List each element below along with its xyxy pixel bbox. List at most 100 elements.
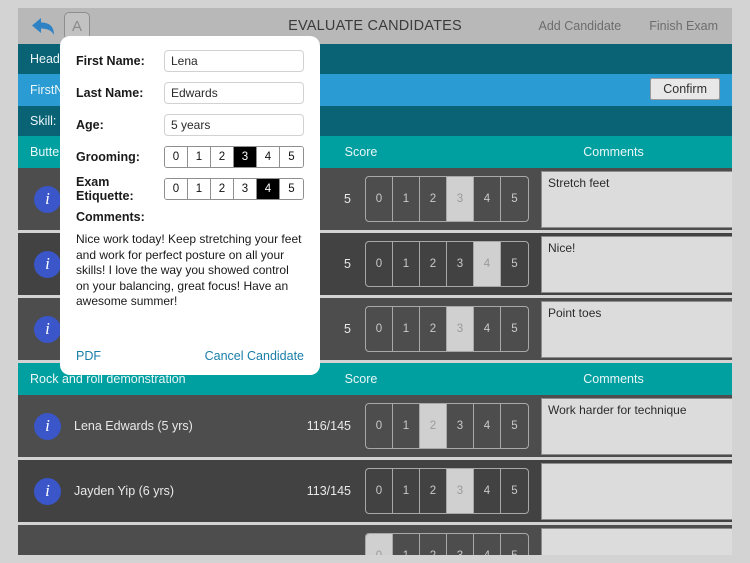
score-option-3[interactable]: 3 bbox=[447, 307, 474, 351]
grooming-score-selector[interactable]: 012345 bbox=[164, 146, 304, 168]
score-selector[interactable]: 012345 bbox=[365, 403, 529, 449]
score-selector[interactable]: 012345 bbox=[365, 176, 529, 222]
score-option-0[interactable]: 0 bbox=[165, 147, 188, 167]
add-candidate-button[interactable]: Add Candidate bbox=[539, 19, 622, 33]
table-row[interactable]: 012345 bbox=[18, 525, 732, 555]
score-total: 113/145 bbox=[306, 484, 351, 498]
comment-field[interactable]: Nice! bbox=[541, 235, 732, 293]
etiquette-row: Exam Etiquette: 012345 bbox=[76, 175, 304, 203]
score-option-1[interactable]: 1 bbox=[393, 307, 420, 351]
score-option-5[interactable]: 5 bbox=[501, 469, 528, 513]
column-header-comments: Comments bbox=[583, 372, 644, 386]
comment-field[interactable]: Stretch feet bbox=[541, 170, 732, 228]
score-option-2[interactable]: 2 bbox=[420, 534, 447, 555]
cancel-candidate-button[interactable]: Cancel Candidate bbox=[205, 349, 304, 363]
info-icon[interactable]: i bbox=[34, 477, 61, 505]
score-option-2[interactable]: 2 bbox=[420, 307, 447, 351]
etiquette-label: Exam Etiquette: bbox=[76, 175, 134, 203]
score-option-4[interactable]: 4 bbox=[257, 179, 280, 199]
score-option-0[interactable]: 0 bbox=[366, 177, 393, 221]
score-option-0[interactable]: 0 bbox=[366, 534, 393, 555]
score-option-4[interactable]: 4 bbox=[474, 242, 501, 286]
score-option-4[interactable]: 4 bbox=[474, 307, 501, 351]
candidate-name: Lena Edwards (5 yrs) bbox=[74, 419, 193, 433]
candidate-name: Jayden Yip (6 yrs) bbox=[74, 484, 175, 498]
etiquette-score-selector[interactable]: 012345 bbox=[164, 178, 304, 200]
grooming-label: Grooming: bbox=[76, 150, 140, 164]
table-row[interactable]: i Jayden Yip (6 yrs) 113/145 0 1 2 3 4 5 bbox=[18, 460, 732, 525]
score-option-2[interactable]: 2 bbox=[420, 404, 447, 448]
score-option-3[interactable]: 3 bbox=[447, 469, 474, 513]
score-option-1[interactable]: 1 bbox=[188, 179, 211, 199]
score-option-0[interactable]: 0 bbox=[366, 242, 393, 286]
comment-field[interactable]: Work harder for technique bbox=[541, 397, 732, 455]
info-icon[interactable]: i bbox=[34, 185, 61, 213]
modal-field-row: Last Name: Edwards bbox=[76, 82, 304, 104]
score-option-5[interactable]: 5 bbox=[280, 147, 303, 167]
score-option-4[interactable]: 4 bbox=[474, 469, 501, 513]
info-icon[interactable]: i bbox=[34, 412, 61, 440]
info-icon[interactable]: i bbox=[34, 315, 61, 343]
field-input[interactable]: Edwards bbox=[164, 82, 304, 104]
score-option-5[interactable]: 5 bbox=[501, 242, 528, 286]
info-icon[interactable]: i bbox=[34, 250, 61, 278]
grooming-row: Grooming: 012345 bbox=[76, 146, 304, 168]
band-label: Skill: bbox=[30, 114, 57, 128]
score-option-4[interactable]: 4 bbox=[474, 534, 501, 555]
score-option-3[interactable]: 3 bbox=[447, 534, 474, 555]
score-option-3[interactable]: 3 bbox=[447, 242, 474, 286]
modal-text-fields: First Name: Lena Last Name: Edwards Age: 5 ye… bbox=[76, 50, 304, 136]
field-input[interactable]: Lena bbox=[164, 50, 304, 72]
modal-field-row: Age: 5 years bbox=[76, 114, 304, 136]
score-option-4[interactable]: 4 bbox=[474, 404, 501, 448]
comment-field[interactable] bbox=[541, 462, 732, 520]
pdf-button[interactable]: PDF bbox=[76, 349, 101, 363]
band-label: FirstN bbox=[30, 83, 64, 97]
score-option-0[interactable]: 0 bbox=[165, 179, 188, 199]
toolbar-actions: Add Candidate Finish Exam bbox=[539, 19, 732, 33]
score-option-5[interactable]: 5 bbox=[501, 177, 528, 221]
score-option-3[interactable]: 3 bbox=[447, 177, 474, 221]
score-selector[interactable]: 012345 bbox=[365, 533, 529, 555]
score-option-1[interactable]: 1 bbox=[188, 147, 211, 167]
score-selector[interactable]: 012345 bbox=[365, 241, 529, 287]
score-option-3[interactable]: 3 bbox=[234, 147, 257, 167]
score-option-1[interactable]: 1 bbox=[393, 242, 420, 286]
score-option-5[interactable]: 5 bbox=[501, 307, 528, 351]
score-option-2[interactable]: 2 bbox=[211, 147, 234, 167]
score-option-5[interactable]: 5 bbox=[501, 534, 528, 555]
score-option-5[interactable]: 5 bbox=[501, 404, 528, 448]
score-option-1[interactable]: 1 bbox=[393, 177, 420, 221]
candidate-detail-modal: First Name: Lena Last Name: Edwards Age: 5 ye… bbox=[60, 36, 320, 375]
score-option-2[interactable]: 2 bbox=[420, 469, 447, 513]
finish-exam-button[interactable]: Finish Exam bbox=[649, 19, 718, 33]
comment-field[interactable] bbox=[541, 527, 732, 555]
score-option-2[interactable]: 2 bbox=[211, 179, 234, 199]
score-option-2[interactable]: 2 bbox=[420, 177, 447, 221]
score-option-4[interactable]: 4 bbox=[257, 147, 280, 167]
score-option-1[interactable]: 1 bbox=[393, 534, 420, 555]
score-option-1[interactable]: 1 bbox=[393, 404, 420, 448]
comments-text[interactable]: Nice work today! Keep stretching your fe… bbox=[76, 232, 304, 310]
comments-label: Comments: bbox=[76, 210, 145, 224]
field-input[interactable]: 5 years bbox=[164, 114, 304, 136]
score-option-5[interactable]: 5 bbox=[280, 179, 303, 199]
score-option-0[interactable]: 0 bbox=[366, 307, 393, 351]
score-option-3[interactable]: 3 bbox=[234, 179, 257, 199]
candidate-rows-group: i Lena Edwards (5 yrs) 116/145 0 1 2 3 4 5 Work h… bbox=[18, 395, 732, 555]
score-selector[interactable]: 012345 bbox=[365, 468, 529, 514]
score-option-3[interactable]: 3 bbox=[447, 404, 474, 448]
confirm-button[interactable]: Confirm bbox=[650, 78, 720, 100]
score-option-2[interactable]: 2 bbox=[420, 242, 447, 286]
table-row[interactable]: i Lena Edwards (5 yrs) 116/145 0 1 2 3 4 5 Work h… bbox=[18, 395, 732, 460]
score-option-0[interactable]: 0 bbox=[366, 469, 393, 513]
field-label: First Name: bbox=[76, 54, 145, 68]
score-option-0[interactable]: 0 bbox=[366, 404, 393, 448]
field-label: Age: bbox=[76, 118, 104, 132]
field-label: Last Name: bbox=[76, 86, 144, 100]
score-option-4[interactable]: 4 bbox=[474, 177, 501, 221]
score-selector[interactable]: 012345 bbox=[365, 306, 529, 352]
score-option-1[interactable]: 1 bbox=[393, 469, 420, 513]
score-total: 116/145 bbox=[306, 419, 351, 433]
comment-field[interactable]: Point toes bbox=[541, 300, 732, 358]
